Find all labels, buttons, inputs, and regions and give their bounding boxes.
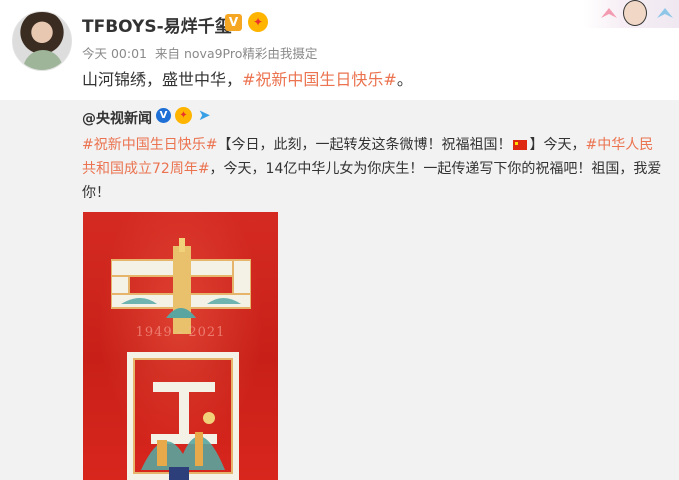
post-text-plain: 山河锦绣，盛世中华， (82, 70, 243, 89)
poster-stamp (169, 467, 189, 480)
hashtag-link[interactable]: #祝新中国生日快乐# (242, 70, 397, 89)
reposted-weibo[interactable]: @央视新闻 V ✦ ➤ #祝新中国生日快乐#【今日，此刻，一起转发这条微博！祝福… (0, 100, 679, 480)
post-meta: 今天 00:01 来自 nova9Pro精彩由我摄定 (82, 43, 317, 62)
repost-text-part: 【今日，此刻，一起转发这条微博！祝福祖国！ (217, 137, 512, 153)
guo-character-art (127, 352, 239, 480)
repost-author[interactable]: @央视新闻 (82, 108, 152, 128)
author-avatar[interactable] (12, 11, 72, 71)
author-name[interactable]: TFBOYS-易烊千玺 (82, 12, 232, 37)
poster-years: 1949 - 2021 (135, 325, 226, 340)
hashtag-link[interactable]: #祝新中国生日快乐# (82, 137, 217, 153)
post-text-end: 。 (396, 70, 413, 89)
card-decoration (584, 0, 679, 28)
verified-icon: V (225, 14, 242, 31)
weibo-post: TFBOYS-易烊千玺 V ✦ 今天 00:01 来自 nova9Pro精彩由我摄… (0, 0, 679, 100)
paper-crane-icon (657, 8, 673, 18)
post-text: 山河锦绣，盛世中华，#祝新中国生日快乐#。 (82, 66, 413, 90)
poster-image[interactable]: 1949 - 2021 (83, 212, 278, 480)
zhong-character-art (111, 238, 251, 334)
medal-icon: ✦ (248, 12, 268, 32)
cartoon-avatar-icon (623, 0, 647, 26)
china-flag-icon (513, 140, 528, 150)
repost-text-part: 】今天， (529, 137, 586, 153)
medal-icon: ✦ (175, 107, 192, 124)
send-icon: ➤ (198, 106, 211, 124)
paper-crane-icon (601, 8, 617, 18)
post-time[interactable]: 今天 00:01 (82, 46, 147, 61)
verified-icon: V (156, 108, 171, 123)
repost-text: #祝新中国生日快乐#【今日，此刻，一起转发这条微博！祝福祖国！ 】今天，#中华人民… (82, 133, 667, 205)
post-source: 来自 nova9Pro精彩由我摄定 (155, 46, 318, 61)
